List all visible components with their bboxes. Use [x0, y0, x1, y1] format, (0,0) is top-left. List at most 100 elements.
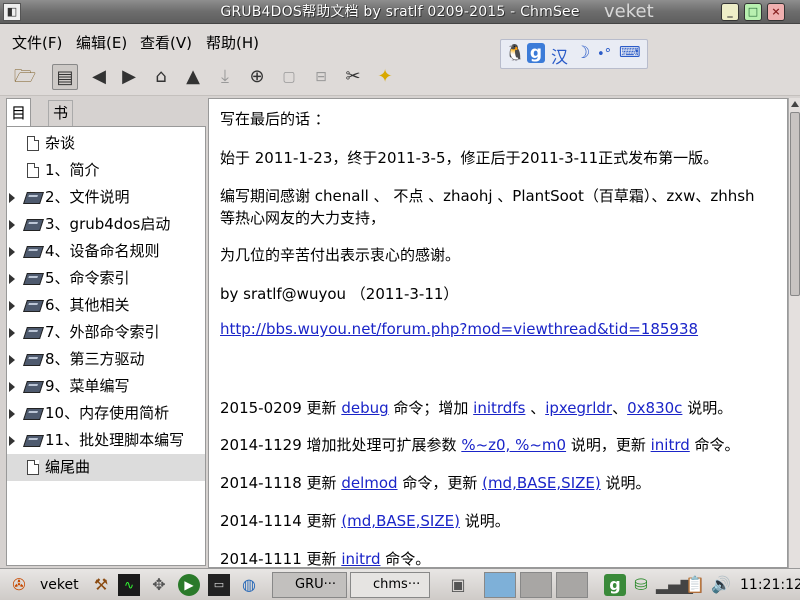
changelog-entry: 2014-1111 更新 initrd 命令。: [220, 548, 430, 567]
zoom-reset-icon[interactable]: ▢: [276, 64, 302, 90]
toc-item[interactable]: 5、命令索引: [7, 265, 205, 292]
keyboard-icon[interactable]: ⌨: [619, 43, 641, 61]
volume-icon[interactable]: 🔊: [710, 574, 732, 596]
toc-item-label: 9、菜单编写: [45, 377, 130, 395]
expand-arrow-icon[interactable]: [9, 193, 15, 203]
doc-link[interactable]: initrdfs: [473, 399, 525, 417]
ime-tray-icon[interactable]: g: [604, 574, 626, 596]
title-bar[interactable]: ◧ GRUB4DOS帮助文档 by sratlf 0209-2015 - Chm…: [0, 0, 800, 24]
toc-item[interactable]: 3、grub4dos启动: [7, 211, 205, 238]
expand-arrow-icon[interactable]: [9, 301, 15, 311]
changelog-text: 、: [612, 399, 628, 417]
browser-globe-icon[interactable]: ◍: [238, 574, 260, 596]
changelog-text: 说明，更新: [566, 436, 651, 454]
start-menu-icon[interactable]: ✇: [8, 574, 30, 596]
toc-item[interactable]: 10、内存使用简析: [7, 400, 205, 427]
zoom-out-icon[interactable]: ⊟: [308, 64, 334, 90]
zoom-in-icon[interactable]: ⊕: [244, 64, 270, 90]
penguin-icon[interactable]: 🐧: [505, 43, 525, 62]
paw-icon[interactable]: ✥: [148, 574, 170, 596]
system-monitor-icon[interactable]: ∿: [118, 574, 140, 596]
doc-link[interactable]: initrd: [651, 436, 690, 454]
tab-bookmarks[interactable]: 书签: [48, 100, 74, 146]
ime-lang-toggle[interactable]: 汉: [551, 43, 568, 68]
close-button[interactable]: ×: [767, 3, 785, 21]
home-icon[interactable]: ⌂: [148, 64, 174, 90]
toc-item[interactable]: 9、菜单编写: [7, 373, 205, 400]
toc-tree: 杂谈 1、简介 2、文件说明 3、grub4dos启动 4、设备命名规则 5、命…: [6, 126, 206, 566]
forum-link[interactable]: http://bbs.wuyou.net/forum.php?mod=viewt…: [220, 320, 698, 338]
toc-item-label: 编尾曲: [45, 458, 91, 476]
punctuation-icon[interactable]: •°: [597, 47, 611, 62]
expand-arrow-icon[interactable]: [9, 355, 15, 365]
toc-item[interactable]: 1、简介: [7, 157, 205, 184]
vertical-scrollbar[interactable]: [788, 98, 800, 568]
toc-item-selected[interactable]: 编尾曲: [7, 454, 205, 481]
maximize-button[interactable]: □: [744, 3, 762, 21]
back-arrow-icon[interactable]: ◀: [86, 64, 112, 90]
changelog-text: 说明。: [459, 512, 510, 530]
toc-item[interactable]: 4、设备命名规则: [7, 238, 205, 265]
doc-link[interactable]: %~z0, %~m0: [461, 436, 566, 454]
tab-contents[interactable]: 目录: [6, 98, 32, 150]
toc-item[interactable]: 6、其他相关: [7, 292, 205, 319]
doc-link[interactable]: ipxegrldr: [545, 399, 612, 417]
scroll-thumb[interactable]: [790, 112, 800, 296]
expand-arrow-icon[interactable]: [9, 247, 15, 257]
doc-link[interactable]: delmod: [341, 474, 397, 492]
workspace-2[interactable]: [520, 572, 552, 598]
menu-edit[interactable]: 编辑(E): [76, 32, 127, 53]
book-icon: [23, 435, 44, 447]
task-button-grub[interactable]: GRU···: [272, 572, 347, 598]
doc-link[interactable]: initrd: [341, 550, 380, 567]
settings-tools-icon[interactable]: ✂: [340, 64, 366, 90]
toc-item[interactable]: 7、外部命令索引: [7, 319, 205, 346]
bookmark-add-icon[interactable]: ⤓: [212, 64, 238, 90]
toc-item[interactable]: 2、文件说明: [7, 184, 205, 211]
expand-arrow-icon[interactable]: [9, 382, 15, 392]
toc-item-label: 1、简介: [45, 161, 100, 179]
favorites-star-icon[interactable]: ✦: [372, 64, 398, 90]
toc-item[interactable]: 杂谈: [7, 130, 205, 157]
expand-arrow-icon[interactable]: [9, 436, 15, 446]
toc-item[interactable]: 8、第三方驱动: [7, 346, 205, 373]
toc-item[interactable]: 11、批处理脚本编写: [7, 427, 205, 454]
screenshot-icon[interactable]: ▣: [447, 574, 469, 596]
ime-g-icon[interactable]: g: [527, 43, 545, 63]
menu-help[interactable]: 帮助(H): [206, 32, 259, 53]
up-arrow-icon[interactable]: ▲: [180, 64, 206, 90]
ime-toolbar[interactable]: 🐧 g 汉 ☽ •° ⌨: [500, 39, 648, 69]
changelog-text: 命令，更新: [397, 474, 483, 492]
doc-link[interactable]: 0x830c: [627, 399, 682, 417]
brand-label: veket: [604, 1, 654, 22]
forward-arrow-icon[interactable]: ▶: [116, 64, 142, 90]
hammer-tools-icon[interactable]: ⚒: [90, 574, 112, 596]
database-icon[interactable]: ⛁: [630, 574, 652, 596]
minimize-button[interactable]: _: [721, 3, 739, 21]
expand-arrow-icon[interactable]: [9, 328, 15, 338]
content-paragraph: 等热心网友的大力支持，: [220, 209, 386, 227]
workspace-1[interactable]: [484, 572, 516, 598]
terminal-icon[interactable]: ▭: [208, 574, 230, 596]
menu-file[interactable]: 文件(F): [12, 32, 62, 53]
doc-link[interactable]: debug: [341, 399, 388, 417]
media-player-icon[interactable]: ▶: [178, 574, 200, 596]
open-folder-icon[interactable]: 🗁: [12, 64, 38, 90]
sidebar-toggle-icon[interactable]: ▤: [52, 64, 78, 90]
scroll-up-arrow-icon[interactable]: [791, 101, 799, 107]
toc-item-label: 8、第三方驱动: [45, 350, 145, 368]
start-label[interactable]: veket: [40, 573, 79, 597]
expand-arrow-icon[interactable]: [9, 274, 15, 284]
expand-arrow-icon[interactable]: [9, 409, 15, 419]
changelog-text: 、: [525, 399, 546, 417]
task-label: chms···: [373, 577, 421, 592]
clipboard-icon[interactable]: 📋: [684, 574, 706, 596]
menu-view[interactable]: 查看(V): [140, 32, 192, 53]
workspace-3[interactable]: [556, 572, 588, 598]
half-width-icon[interactable]: ☽: [575, 43, 590, 63]
doc-link[interactable]: (md,BASE,SIZE): [482, 474, 601, 492]
task-button-chmsee[interactable]: chms···: [350, 572, 430, 598]
doc-link[interactable]: (md,BASE,SIZE): [341, 512, 460, 530]
signal-icon[interactable]: ▂▄▆: [656, 574, 693, 596]
expand-arrow-icon[interactable]: [9, 220, 15, 230]
